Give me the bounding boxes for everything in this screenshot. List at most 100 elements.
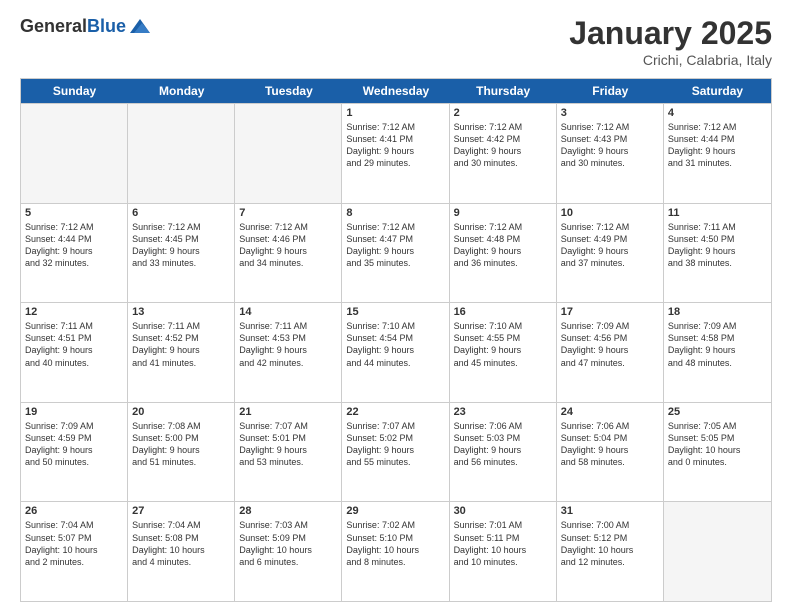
day-number: 14 [239,306,337,318]
cell-details: Sunrise: 7:03 AMSunset: 5:09 PMDaylight:… [239,519,337,568]
cell-details: Sunrise: 7:04 AMSunset: 5:07 PMDaylight:… [25,519,123,568]
calendar-row: 26 Sunrise: 7:04 AMSunset: 5:07 PMDayligh… [21,501,771,601]
calendar-cell: 3 Sunrise: 7:12 AMSunset: 4:43 PMDaylight… [557,104,664,203]
weekday-header: Friday [557,79,664,103]
calendar: SundayMondayTuesdayWednesdayThursdayFrid… [20,78,772,602]
day-number: 3 [561,107,659,119]
day-number: 2 [454,107,552,119]
day-number: 29 [346,505,444,517]
cell-details: Sunrise: 7:12 AMSunset: 4:42 PMDaylight:… [454,121,552,170]
cell-details: Sunrise: 7:12 AMSunset: 4:47 PMDaylight:… [346,221,444,270]
cell-details: Sunrise: 7:09 AMSunset: 4:59 PMDaylight:… [25,420,123,469]
calendar-cell: 4 Sunrise: 7:12 AMSunset: 4:44 PMDaylight… [664,104,771,203]
calendar-header: SundayMondayTuesdayWednesdayThursdayFrid… [21,79,771,103]
calendar-cell: 27 Sunrise: 7:04 AMSunset: 5:08 PMDayligh… [128,502,235,601]
calendar-cell: 8 Sunrise: 7:12 AMSunset: 4:47 PMDaylight… [342,204,449,303]
calendar-cell: 14 Sunrise: 7:11 AMSunset: 4:53 PMDayligh… [235,303,342,402]
calendar-cell: 17 Sunrise: 7:09 AMSunset: 4:56 PMDayligh… [557,303,664,402]
calendar-body: 1 Sunrise: 7:12 AMSunset: 4:41 PMDaylight… [21,103,771,601]
page: GeneralBlue January 2025 Crichi, Calabri… [0,0,792,612]
day-number: 16 [454,306,552,318]
cell-details: Sunrise: 7:09 AMSunset: 4:56 PMDaylight:… [561,320,659,369]
title-block: January 2025 Crichi, Calabria, Italy [569,15,772,68]
cell-details: Sunrise: 7:11 AMSunset: 4:53 PMDaylight:… [239,320,337,369]
day-number: 28 [239,505,337,517]
calendar-cell: 18Sunrise: 7:09 AMSunset: 4:58 PMDayligh… [664,303,771,402]
cell-details: Sunrise: 7:00 AMSunset: 5:12 PMDaylight:… [561,519,659,568]
calendar-cell: 1 Sunrise: 7:12 AMSunset: 4:41 PMDaylight… [342,104,449,203]
calendar-cell: 19 Sunrise: 7:09 AMSunset: 4:59 PMDayligh… [21,403,128,502]
day-number: 9 [454,207,552,219]
day-number: 26 [25,505,123,517]
day-number: 12 [25,306,123,318]
calendar-cell: 13Sunrise: 7:11 AMSunset: 4:52 PMDayligh… [128,303,235,402]
day-number: 17 [561,306,659,318]
cell-details: Sunrise: 7:12 AMSunset: 4:45 PMDaylight:… [132,221,230,270]
cell-details: Sunrise: 7:11 AMSunset: 4:50 PMDaylight:… [668,221,767,270]
logo-blue: Blue [87,16,126,36]
logo-general: General [20,16,87,36]
calendar-cell [128,104,235,203]
calendar-cell: 15Sunrise: 7:10 AMSunset: 4:54 PMDayligh… [342,303,449,402]
calendar-cell: 28 Sunrise: 7:03 AMSunset: 5:09 PMDayligh… [235,502,342,601]
location-subtitle: Crichi, Calabria, Italy [569,52,772,68]
calendar-cell [235,104,342,203]
cell-details: Sunrise: 7:06 AMSunset: 5:04 PMDaylight:… [561,420,659,469]
day-number: 27 [132,505,230,517]
day-number: 1 [346,107,444,119]
cell-details: Sunrise: 7:12 AMSunset: 4:44 PMDaylight:… [25,221,123,270]
day-number: 4 [668,107,767,119]
day-number: 13 [132,306,230,318]
cell-details: Sunrise: 7:12 AMSunset: 4:44 PMDaylight:… [668,121,767,170]
day-number: 10 [561,207,659,219]
weekday-header: Saturday [664,79,771,103]
cell-details: Sunrise: 7:12 AMSunset: 4:43 PMDaylight:… [561,121,659,170]
calendar-cell: 12 Sunrise: 7:11 AMSunset: 4:51 PMDayligh… [21,303,128,402]
day-number: 18 [668,306,767,318]
cell-details: Sunrise: 7:12 AMSunset: 4:41 PMDaylight:… [346,121,444,170]
calendar-cell: 21 Sunrise: 7:07 AMSunset: 5:01 PMDayligh… [235,403,342,502]
day-number: 7 [239,207,337,219]
cell-details: Sunrise: 7:06 AMSunset: 5:03 PMDaylight:… [454,420,552,469]
calendar-cell: 29 Sunrise: 7:02 AMSunset: 5:10 PMDayligh… [342,502,449,601]
logo: GeneralBlue [20,15,152,39]
cell-details: Sunrise: 7:10 AMSunset: 4:54 PMDaylight:… [346,320,444,369]
cell-details: Sunrise: 7:07 AMSunset: 5:01 PMDaylight:… [239,420,337,469]
calendar-cell: 7Sunrise: 7:12 AMSunset: 4:46 PMDaylight… [235,204,342,303]
calendar-cell: 9Sunrise: 7:12 AMSunset: 4:48 PMDaylight… [450,204,557,303]
day-number: 8 [346,207,444,219]
day-number: 20 [132,406,230,418]
calendar-cell: 25Sunrise: 7:05 AMSunset: 5:05 PMDayligh… [664,403,771,502]
logo-icon [128,15,152,39]
cell-details: Sunrise: 7:02 AMSunset: 5:10 PMDaylight:… [346,519,444,568]
cell-details: Sunrise: 7:11 AMSunset: 4:51 PMDaylight:… [25,320,123,369]
calendar-row: 1 Sunrise: 7:12 AMSunset: 4:41 PMDaylight… [21,103,771,203]
cell-details: Sunrise: 7:10 AMSunset: 4:55 PMDaylight:… [454,320,552,369]
calendar-cell: 6 Sunrise: 7:12 AMSunset: 4:45 PMDaylight… [128,204,235,303]
calendar-cell: 5 Sunrise: 7:12 AMSunset: 4:44 PMDaylight… [21,204,128,303]
calendar-cell [21,104,128,203]
day-number: 21 [239,406,337,418]
day-number: 6 [132,207,230,219]
cell-details: Sunrise: 7:01 AMSunset: 5:11 PMDaylight:… [454,519,552,568]
calendar-cell: 31 Sunrise: 7:00 AMSunset: 5:12 PMDayligh… [557,502,664,601]
cell-details: Sunrise: 7:08 AMSunset: 5:00 PMDaylight:… [132,420,230,469]
calendar-row: 5 Sunrise: 7:12 AMSunset: 4:44 PMDaylight… [21,203,771,303]
cell-details: Sunrise: 7:04 AMSunset: 5:08 PMDaylight:… [132,519,230,568]
cell-details: Sunrise: 7:07 AMSunset: 5:02 PMDaylight:… [346,420,444,469]
calendar-cell: 20 Sunrise: 7:08 AMSunset: 5:00 PMDayligh… [128,403,235,502]
calendar-cell: 10 Sunrise: 7:12 AMSunset: 4:49 PMDayligh… [557,204,664,303]
day-number: 23 [454,406,552,418]
weekday-header: Wednesday [342,79,449,103]
day-number: 5 [25,207,123,219]
calendar-cell: 23 Sunrise: 7:06 AMSunset: 5:03 PMDayligh… [450,403,557,502]
calendar-cell: 26 Sunrise: 7:04 AMSunset: 5:07 PMDayligh… [21,502,128,601]
cell-details: Sunrise: 7:12 AMSunset: 4:49 PMDaylight:… [561,221,659,270]
calendar-cell: 16 Sunrise: 7:10 AMSunset: 4:55 PMDayligh… [450,303,557,402]
day-number: 31 [561,505,659,517]
weekday-header: Sunday [21,79,128,103]
month-title: January 2025 [569,15,772,52]
calendar-cell [664,502,771,601]
day-number: 19 [25,406,123,418]
calendar-cell: 11Sunrise: 7:11 AMSunset: 4:50 PMDayligh… [664,204,771,303]
